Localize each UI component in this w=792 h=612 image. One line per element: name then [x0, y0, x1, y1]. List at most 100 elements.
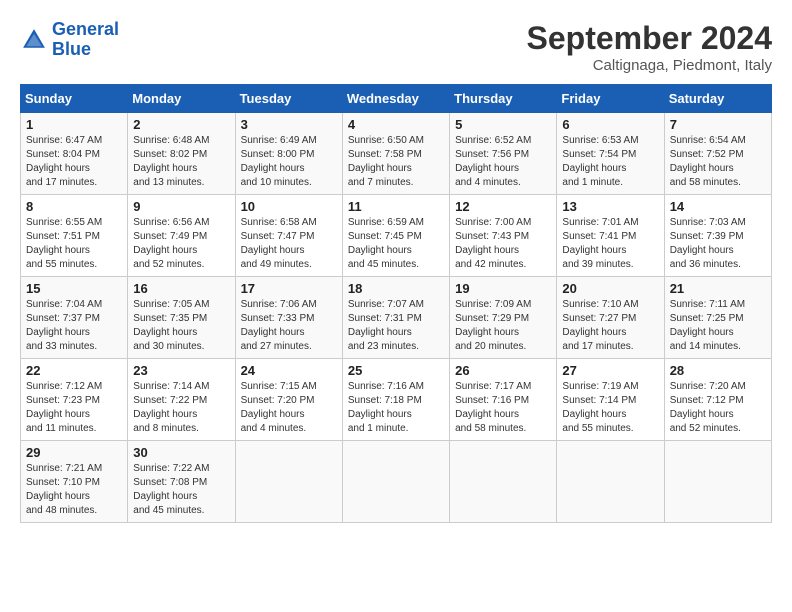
day-number: 18 [348, 281, 444, 296]
day-number: 17 [241, 281, 337, 296]
page-header: GeneralBlue September 2024 Caltignaga, P… [20, 20, 772, 74]
day-info: Sunrise: 6:56 AM Sunset: 7:49 PM Dayligh… [133, 216, 229, 272]
day-number: 23 [133, 363, 229, 378]
calendar-day: 30 Sunrise: 7:22 AM Sunset: 7:08 PM Dayl… [128, 441, 235, 523]
day-info: Sunrise: 6:47 AM Sunset: 8:04 PM Dayligh… [26, 134, 122, 190]
day-info: Sunrise: 7:07 AM Sunset: 7:31 PM Dayligh… [348, 298, 444, 354]
calendar-day: 2 Sunrise: 6:48 AM Sunset: 8:02 PM Dayli… [128, 113, 235, 195]
weekday-header-wednesday: Wednesday [342, 85, 449, 113]
day-info: Sunrise: 7:14 AM Sunset: 7:22 PM Dayligh… [133, 380, 229, 436]
calendar-day: 12 Sunrise: 7:00 AM Sunset: 7:43 PM Dayl… [450, 195, 557, 277]
calendar-day: 9 Sunrise: 6:56 AM Sunset: 7:49 PM Dayli… [128, 195, 235, 277]
calendar-day [557, 441, 664, 523]
day-number: 19 [455, 281, 551, 296]
day-number: 28 [670, 363, 766, 378]
day-info: Sunrise: 7:00 AM Sunset: 7:43 PM Dayligh… [455, 216, 551, 272]
day-number: 14 [670, 199, 766, 214]
day-number: 8 [26, 199, 122, 214]
calendar-day: 3 Sunrise: 6:49 AM Sunset: 8:00 PM Dayli… [235, 113, 342, 195]
day-number: 5 [455, 117, 551, 132]
calendar-day: 7 Sunrise: 6:54 AM Sunset: 7:52 PM Dayli… [664, 113, 771, 195]
day-number: 9 [133, 199, 229, 214]
day-number: 7 [670, 117, 766, 132]
day-info: Sunrise: 7:20 AM Sunset: 7:12 PM Dayligh… [670, 380, 766, 436]
weekday-header-saturday: Saturday [664, 85, 771, 113]
day-info: Sunrise: 7:17 AM Sunset: 7:16 PM Dayligh… [455, 380, 551, 436]
day-number: 12 [455, 199, 551, 214]
day-number: 6 [562, 117, 658, 132]
logo-icon [20, 26, 48, 54]
weekday-header-monday: Monday [128, 85, 235, 113]
calendar-day: 4 Sunrise: 6:50 AM Sunset: 7:58 PM Dayli… [342, 113, 449, 195]
day-number: 2 [133, 117, 229, 132]
day-number: 26 [455, 363, 551, 378]
calendar-day: 28 Sunrise: 7:20 AM Sunset: 7:12 PM Dayl… [664, 359, 771, 441]
day-info: Sunrise: 7:01 AM Sunset: 7:41 PM Dayligh… [562, 216, 658, 272]
calendar-day: 13 Sunrise: 7:01 AM Sunset: 7:41 PM Dayl… [557, 195, 664, 277]
calendar-day: 22 Sunrise: 7:12 AM Sunset: 7:23 PM Dayl… [21, 359, 128, 441]
calendar-day: 18 Sunrise: 7:07 AM Sunset: 7:31 PM Dayl… [342, 277, 449, 359]
day-number: 16 [133, 281, 229, 296]
calendar-day: 6 Sunrise: 6:53 AM Sunset: 7:54 PM Dayli… [557, 113, 664, 195]
day-number: 27 [562, 363, 658, 378]
day-info: Sunrise: 7:10 AM Sunset: 7:27 PM Dayligh… [562, 298, 658, 354]
calendar-day [235, 441, 342, 523]
day-info: Sunrise: 6:48 AM Sunset: 8:02 PM Dayligh… [133, 134, 229, 190]
day-info: Sunrise: 7:21 AM Sunset: 7:10 PM Dayligh… [26, 462, 122, 518]
day-info: Sunrise: 7:15 AM Sunset: 7:20 PM Dayligh… [241, 380, 337, 436]
day-number: 15 [26, 281, 122, 296]
calendar-title: September 2024 [527, 20, 772, 57]
calendar-day: 14 Sunrise: 7:03 AM Sunset: 7:39 PM Dayl… [664, 195, 771, 277]
title-block: September 2024 Caltignaga, Piedmont, Ita… [527, 20, 772, 74]
calendar-day [342, 441, 449, 523]
calendar-day: 19 Sunrise: 7:09 AM Sunset: 7:29 PM Dayl… [450, 277, 557, 359]
calendar-day [664, 441, 771, 523]
calendar-week-4: 22 Sunrise: 7:12 AM Sunset: 7:23 PM Dayl… [21, 359, 772, 441]
calendar-day: 15 Sunrise: 7:04 AM Sunset: 7:37 PM Dayl… [21, 277, 128, 359]
day-number: 29 [26, 445, 122, 460]
day-info: Sunrise: 7:06 AM Sunset: 7:33 PM Dayligh… [241, 298, 337, 354]
logo: GeneralBlue [20, 20, 119, 60]
calendar-day: 23 Sunrise: 7:14 AM Sunset: 7:22 PM Dayl… [128, 359, 235, 441]
day-info: Sunrise: 7:22 AM Sunset: 7:08 PM Dayligh… [133, 462, 229, 518]
day-number: 24 [241, 363, 337, 378]
day-number: 3 [241, 117, 337, 132]
calendar-day: 26 Sunrise: 7:17 AM Sunset: 7:16 PM Dayl… [450, 359, 557, 441]
calendar-day: 21 Sunrise: 7:11 AM Sunset: 7:25 PM Dayl… [664, 277, 771, 359]
calendar-day: 11 Sunrise: 6:59 AM Sunset: 7:45 PM Dayl… [342, 195, 449, 277]
day-info: Sunrise: 6:50 AM Sunset: 7:58 PM Dayligh… [348, 134, 444, 190]
calendar-subtitle: Caltignaga, Piedmont, Italy [527, 57, 772, 74]
calendar-day [450, 441, 557, 523]
calendar-week-1: 1 Sunrise: 6:47 AM Sunset: 8:04 PM Dayli… [21, 113, 772, 195]
day-number: 21 [670, 281, 766, 296]
day-info: Sunrise: 6:59 AM Sunset: 7:45 PM Dayligh… [348, 216, 444, 272]
calendar-day: 27 Sunrise: 7:19 AM Sunset: 7:14 PM Dayl… [557, 359, 664, 441]
weekday-header-tuesday: Tuesday [235, 85, 342, 113]
day-number: 11 [348, 199, 444, 214]
logo-text: GeneralBlue [52, 20, 119, 60]
day-number: 20 [562, 281, 658, 296]
calendar-week-3: 15 Sunrise: 7:04 AM Sunset: 7:37 PM Dayl… [21, 277, 772, 359]
calendar-day: 1 Sunrise: 6:47 AM Sunset: 8:04 PM Dayli… [21, 113, 128, 195]
day-info: Sunrise: 7:03 AM Sunset: 7:39 PM Dayligh… [670, 216, 766, 272]
day-number: 25 [348, 363, 444, 378]
weekday-header-friday: Friday [557, 85, 664, 113]
calendar-day: 5 Sunrise: 6:52 AM Sunset: 7:56 PM Dayli… [450, 113, 557, 195]
day-info: Sunrise: 6:49 AM Sunset: 8:00 PM Dayligh… [241, 134, 337, 190]
day-info: Sunrise: 7:09 AM Sunset: 7:29 PM Dayligh… [455, 298, 551, 354]
calendar-day: 16 Sunrise: 7:05 AM Sunset: 7:35 PM Dayl… [128, 277, 235, 359]
day-number: 1 [26, 117, 122, 132]
day-info: Sunrise: 6:52 AM Sunset: 7:56 PM Dayligh… [455, 134, 551, 190]
weekday-header-thursday: Thursday [450, 85, 557, 113]
day-info: Sunrise: 7:19 AM Sunset: 7:14 PM Dayligh… [562, 380, 658, 436]
day-info: Sunrise: 7:04 AM Sunset: 7:37 PM Dayligh… [26, 298, 122, 354]
day-info: Sunrise: 7:05 AM Sunset: 7:35 PM Dayligh… [133, 298, 229, 354]
calendar-day: 25 Sunrise: 7:16 AM Sunset: 7:18 PM Dayl… [342, 359, 449, 441]
day-info: Sunrise: 7:12 AM Sunset: 7:23 PM Dayligh… [26, 380, 122, 436]
day-number: 10 [241, 199, 337, 214]
day-info: Sunrise: 6:53 AM Sunset: 7:54 PM Dayligh… [562, 134, 658, 190]
day-number: 4 [348, 117, 444, 132]
calendar-week-2: 8 Sunrise: 6:55 AM Sunset: 7:51 PM Dayli… [21, 195, 772, 277]
calendar-week-5: 29 Sunrise: 7:21 AM Sunset: 7:10 PM Dayl… [21, 441, 772, 523]
weekday-header-sunday: Sunday [21, 85, 128, 113]
